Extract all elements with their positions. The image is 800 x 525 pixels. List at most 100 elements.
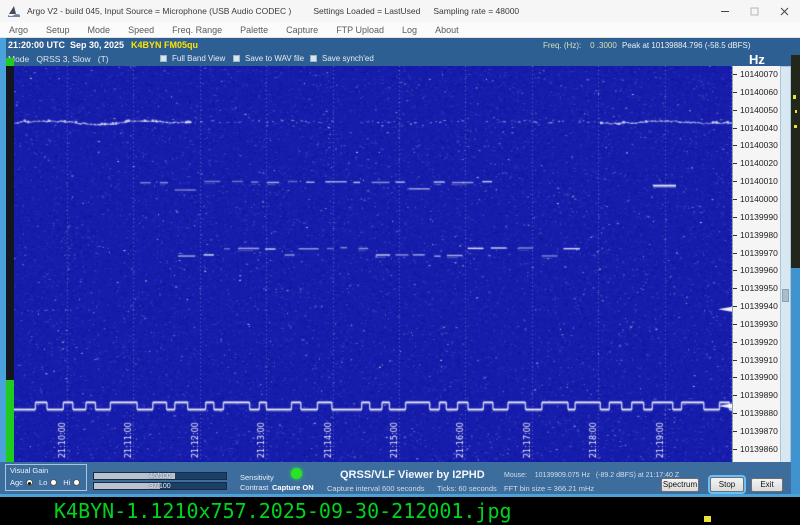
- radio-hi[interactable]: [73, 479, 81, 486]
- freq-scale-label: 10140020: [740, 158, 778, 169]
- meter-fill: [6, 380, 14, 464]
- radio-lo[interactable]: [50, 479, 58, 486]
- freq-tick-mark: [733, 181, 737, 183]
- menu-log[interactable]: Log: [393, 22, 426, 38]
- freq-tick-mark: [733, 91, 737, 93]
- hz-unit-label: Hz: [749, 52, 765, 67]
- freq-scale-label: 10139970: [740, 247, 778, 258]
- menu-palette[interactable]: Palette: [231, 22, 277, 38]
- freq-tick-mark: [733, 306, 737, 308]
- peak-readout: Peak at 10139884.796 (-58.5 dBFS): [622, 41, 751, 50]
- visual-gain-label: Visual Gain: [10, 466, 49, 475]
- freq-scale-label: 10140050: [740, 104, 778, 115]
- freq-scale-label: 10140060: [740, 86, 778, 97]
- visual-gain-radios: Agc Lo Hi: [10, 478, 86, 487]
- desktop-speck: [793, 95, 796, 99]
- freq-scale-label: 10139940: [740, 301, 778, 312]
- contrast-slider[interactable]: 37/100: [93, 482, 227, 490]
- maximize-button[interactable]: [740, 0, 769, 22]
- freq-tick-mark: [733, 377, 737, 379]
- visual-gain-group: Visual Gain Agc Lo Hi: [5, 464, 87, 491]
- menu-capture[interactable]: Capture: [277, 22, 327, 38]
- menu-about[interactable]: About: [426, 22, 468, 38]
- desktop-speck: [794, 125, 797, 128]
- freq-tick-mark: [733, 198, 737, 200]
- filename-text: K4BYN-1.1210x757.2025-09-30-212001.jpg: [54, 499, 512, 523]
- freq-scale-label: 10140030: [740, 140, 778, 151]
- mode-label: Mode QRSS 3, Slow (T): [8, 54, 109, 64]
- freq-tick-mark: [733, 288, 737, 290]
- radio-agc[interactable]: [25, 479, 33, 486]
- freq-tick-mark: [733, 359, 737, 361]
- freq-scale-label: 10139980: [740, 229, 778, 240]
- freq-tick-mark: [733, 413, 737, 415]
- checkbox-label: Save to WAV file: [245, 54, 305, 63]
- menu-bar: Argo Setup Mode Speed Freq. Range Palett…: [0, 22, 800, 38]
- callsign-locator: K4BYN FM05qu: [131, 40, 199, 50]
- menu-freq-range[interactable]: Freq. Range: [163, 22, 231, 38]
- checkbox-save-to-wav[interactable]: Save to WAV file: [233, 54, 304, 63]
- minimize-icon: [720, 11, 729, 12]
- freq-scale-label: 10139860: [740, 443, 778, 454]
- capture-progress-meter: [6, 58, 14, 464]
- freq-scale-label: 10139930: [740, 318, 778, 329]
- stop-button[interactable]: Stop: [710, 477, 744, 492]
- capture-interval-label: Capture interval 600 seconds: [327, 484, 425, 493]
- minimize-button[interactable]: [710, 0, 739, 22]
- title-bar: Argo V2 - build 045, Input Source = Micr…: [0, 0, 800, 22]
- freq-scale-label: 10140040: [740, 122, 778, 133]
- freq-tick-mark: [733, 234, 737, 236]
- checkbox-label: Save synch'ed: [322, 54, 374, 63]
- freq-scale-label: 10139950: [740, 283, 778, 294]
- freq-readout: Freq. (Hz): 0 .3000: [543, 41, 617, 50]
- sensitivity-label: Sensitivity: [240, 473, 274, 482]
- contrast-label: Contrast: [240, 483, 269, 492]
- freq-scale-label: 10139890: [740, 390, 778, 401]
- close-button[interactable]: [770, 0, 799, 22]
- contrast-value: 37/100: [149, 483, 171, 490]
- freq-scrollbar[interactable]: [780, 66, 791, 468]
- desktop-background-strip: [791, 55, 800, 268]
- checkbox-label: Full Band View: [172, 54, 226, 63]
- radio-label-hi: Hi: [63, 478, 71, 487]
- freq-scale-label: 10139920: [740, 336, 778, 347]
- checkbox-icon: [310, 55, 317, 62]
- window-border-right: [791, 268, 800, 494]
- info-bar-mode: Mode QRSS 3, Slow (T) Full Band View Sav…: [0, 52, 800, 67]
- argo-app-icon: [8, 6, 20, 17]
- spectrum-button[interactable]: Spectrum: [661, 478, 699, 492]
- menu-speed[interactable]: Speed: [119, 22, 163, 38]
- freq-tick-mark: [733, 163, 737, 165]
- checkbox-full-band-view[interactable]: Full Band View: [160, 54, 225, 63]
- meter-top-marker: [6, 58, 14, 66]
- exit-button[interactable]: Exit: [751, 478, 783, 492]
- freq-scale-label: 10139880: [740, 408, 778, 419]
- freq-scale-label: 10139910: [740, 354, 778, 365]
- scrollbar-thumb[interactable]: [782, 289, 789, 302]
- freq-tick-mark: [733, 270, 737, 272]
- info-bar-top: 21:20:00 UTC Sep 30, 2025 K4BYN FM05qu F…: [0, 38, 800, 52]
- freq-tick-mark: [733, 145, 737, 147]
- menu-argo[interactable]: Argo: [0, 22, 37, 38]
- mouse-readout: Mouse: 10139909.075 Hz (-89.2 dBFS) at 2…: [504, 472, 680, 479]
- freq-scale-label: 10140070: [740, 69, 778, 79]
- freq-tick-mark: [733, 431, 737, 432]
- argo-application-window: Argo V2 - build 045, Input Source = Micr…: [0, 0, 800, 525]
- cursor-blob: [704, 516, 711, 522]
- freq-tick-mark: [733, 127, 737, 129]
- desktop-speck: [795, 110, 797, 113]
- checkbox-icon: [233, 55, 240, 62]
- freq-tick-mark: [733, 216, 737, 218]
- sensitivity-value: 46/100: [149, 473, 171, 480]
- waterfall-canvas[interactable]: [14, 66, 732, 462]
- checkbox-save-synched[interactable]: Save synch'ed: [310, 54, 374, 63]
- capture-on-indicator: [291, 468, 302, 479]
- control-panel: Visual Gain Agc Lo Hi 46/100 37/100 Sens…: [0, 462, 791, 494]
- menu-mode[interactable]: Mode: [79, 22, 120, 38]
- menu-ftp-upload[interactable]: FTP Upload: [327, 22, 393, 38]
- radio-label-agc: Agc: [10, 478, 23, 487]
- menu-setup[interactable]: Setup: [37, 22, 79, 38]
- close-icon: [780, 7, 789, 15]
- checkbox-icon: [160, 55, 167, 62]
- sensitivity-slider[interactable]: 46/100: [93, 472, 227, 480]
